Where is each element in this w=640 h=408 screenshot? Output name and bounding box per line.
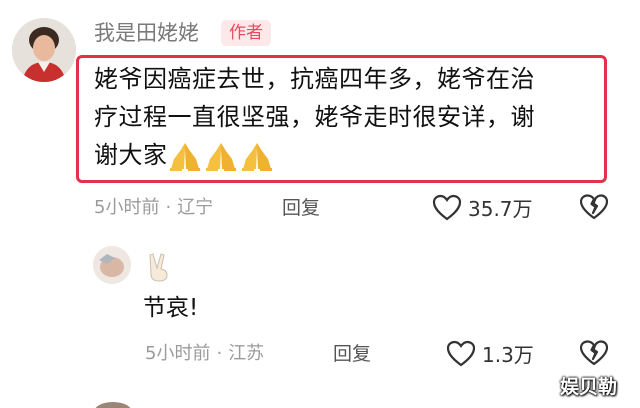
comment-time: 5小时前 — [94, 197, 160, 218]
like-button[interactable]: 35.7万 — [432, 193, 533, 222]
reply-text: 节哀! — [143, 295, 199, 321]
reply-user-avatar[interactable] — [93, 246, 131, 284]
broken-heart-icon — [579, 340, 609, 366]
reply-button[interactable]: 回复 — [282, 196, 320, 220]
next-comment-avatar[interactable] — [94, 402, 132, 408]
broken-heart-icon — [579, 194, 609, 220]
author-name[interactable]: 我是田姥姥 — [94, 20, 199, 46]
dislike-button[interactable] — [579, 194, 609, 224]
heart-icon — [432, 194, 462, 220]
like-count: 35.7万 — [468, 197, 533, 221]
comment-text-line-1: 姥爷因癌症去世，抗癌四年多，姥爷在治 — [94, 65, 535, 93]
reply-meta: 5小时前 · 江苏 — [145, 343, 265, 364]
reply-reply-button[interactable]: 回复 — [333, 342, 371, 366]
comment-text-line-3: 谢大家 — [94, 141, 168, 169]
reply-like-button[interactable]: 1.3万 — [446, 339, 534, 368]
comment-meta: 5小时前 · 辽宁 — [94, 197, 214, 218]
reply-time: 5小时前 — [145, 343, 211, 364]
reply-like-count: 1.3万 — [482, 343, 534, 367]
folded-hands-emoji-3 — [240, 141, 276, 171]
author-avatar[interactable] — [12, 18, 76, 82]
victory-hand-emoji — [145, 252, 173, 282]
comment-text-line-2: 疗过程一直很坚强，姥爷走时很安详，谢 — [94, 103, 535, 131]
heart-icon — [446, 340, 476, 366]
folded-hands-emoji-2 — [204, 141, 240, 171]
author-badge: 作者 — [221, 20, 271, 46]
comment-text: 姥爷因癌症去世，抗癌四年多，姥爷在治 疗过程一直很坚强，姥爷走时很安详，谢 谢大… — [94, 60, 599, 174]
folded-hands-emoji-1 — [168, 141, 204, 171]
reply-dislike-button[interactable] — [579, 340, 609, 370]
comment-location: 辽宁 — [177, 197, 214, 218]
watermark: 娱贝勒 — [560, 376, 618, 398]
reply-location: 江苏 — [228, 343, 265, 364]
